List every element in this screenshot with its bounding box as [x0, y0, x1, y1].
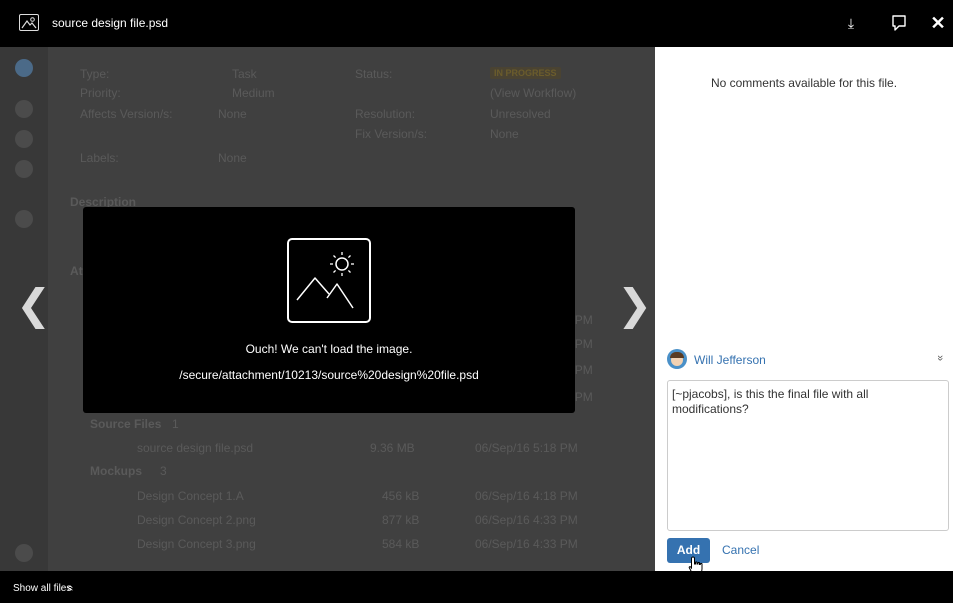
author-name[interactable]: Will Jefferson [694, 353, 766, 367]
file-date: 06/Sep/16 4:33 PM [475, 513, 578, 527]
file-date: 06/Sep/16 4:18 PM [475, 489, 578, 503]
group-name: Mockups [90, 464, 143, 478]
bottom-bar: Show all files « [0, 571, 953, 603]
file-date: 06/Sep/16 4:33 PM [475, 537, 578, 551]
project-avatar-icon [15, 59, 33, 77]
reports-icon [15, 160, 33, 178]
error-path: /secure/attachment/10213/source%20design… [179, 368, 479, 382]
file-size: 9.36 MB [370, 441, 415, 455]
chevron-up-icon[interactable]: « [64, 582, 76, 594]
activity-icon [15, 100, 33, 118]
next-file-icon[interactable]: ❯ [617, 284, 652, 326]
cancel-link[interactable]: Cancel [722, 543, 759, 557]
file-size: 584 kB [382, 537, 420, 551]
tag-icon [15, 210, 33, 228]
download-icon[interactable]: ⤓ [838, 10, 864, 36]
show-all-files-button[interactable]: Show all files [13, 583, 71, 594]
collapse-icon[interactable]: » [934, 352, 946, 364]
file-name: Design Concept 3.png [137, 537, 256, 551]
view-workflow-link: (View Workflow) [490, 86, 577, 100]
field-label: Priority: [80, 86, 121, 100]
field-label: Affects Version/s: [80, 107, 173, 121]
comment-icon[interactable] [886, 10, 912, 36]
group-count: 1 [172, 417, 179, 431]
group-count: 3 [160, 464, 167, 478]
file-size: 456 kB [382, 489, 420, 503]
comment-author-row: Will Jefferson » [667, 349, 947, 371]
error-message: Ouch! We can't load the image. [245, 342, 413, 356]
file-title: source design file.psd [52, 16, 169, 30]
file-name: Design Concept 1.A [137, 489, 244, 503]
top-bar: source design file.psd ⤓ ✕ [0, 0, 953, 47]
field-value: None [490, 127, 519, 141]
field-label: Resolution: [355, 107, 416, 121]
image-file-icon [19, 14, 39, 31]
status-badge: IN PROGRESS [490, 67, 561, 79]
previous-file-icon[interactable]: ❮ [16, 284, 51, 326]
comments-panel: No comments available for this file. Wil… [655, 47, 953, 571]
file-date: 06/Sep/16 5:18 PM [475, 441, 578, 455]
field-label: Labels: [80, 151, 119, 165]
group-name: Source Files [90, 417, 162, 431]
comment-input[interactable]: [~pjacobs], is this the final file with … [667, 380, 949, 531]
field-label: Fix Version/s: [355, 127, 428, 141]
no-comments-text: No comments available for this file. [710, 76, 898, 90]
file-size: 877 kB [382, 513, 420, 527]
settings-icon [15, 544, 33, 562]
field-label: Type: [80, 67, 110, 81]
file-name: Design Concept 2.png [137, 513, 256, 527]
broken-image-icon [287, 238, 371, 323]
file-name: source design file.psd [137, 441, 254, 455]
image-load-error: Ouch! We can't load the image. /secure/a… [83, 207, 575, 413]
field-value: None [218, 151, 247, 165]
avatar [667, 349, 687, 369]
field-value: Unresolved [490, 107, 551, 121]
field-value: Task [232, 67, 257, 81]
field-value: Medium [232, 86, 275, 100]
field-label: Status: [355, 67, 393, 81]
close-icon[interactable]: ✕ [923, 0, 953, 47]
board-icon [15, 130, 33, 148]
field-value: None [218, 107, 247, 121]
